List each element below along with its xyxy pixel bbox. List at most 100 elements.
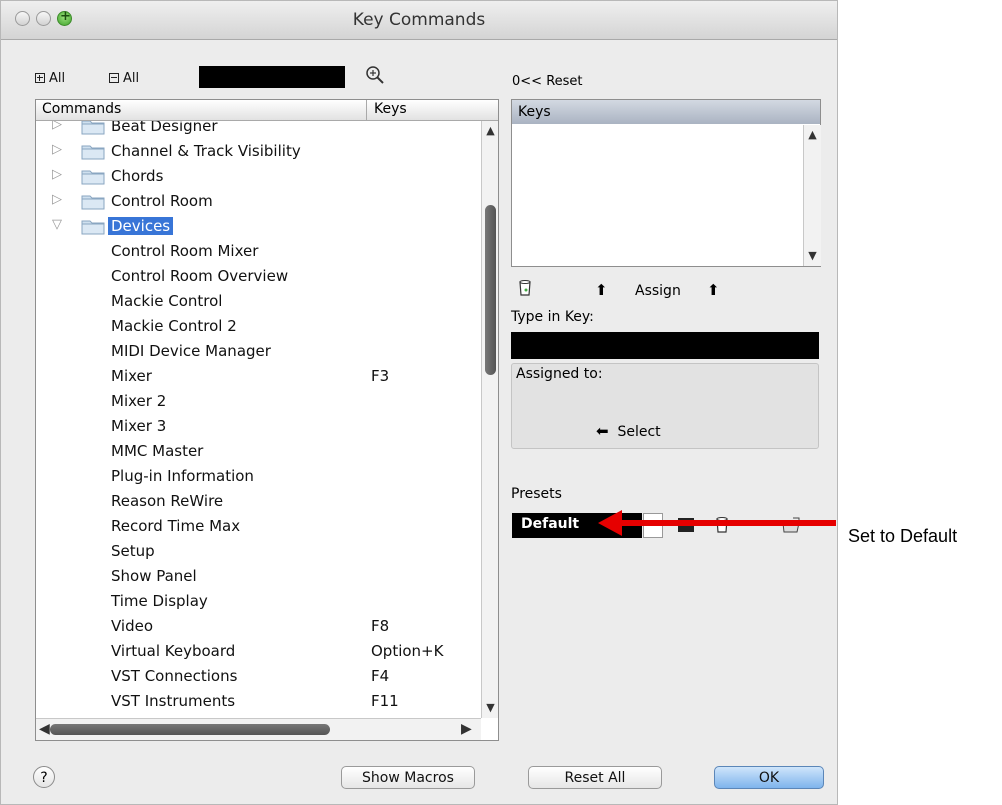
scroll-right-arrow-icon[interactable]: ▶ [461, 721, 472, 737]
horizontal-scroll-thumb[interactable] [50, 724, 330, 735]
scroll-down-arrow-icon[interactable]: ▼ [482, 700, 498, 716]
command-row[interactable]: Setup [36, 539, 481, 564]
command-label: Virtual Keyboard [111, 642, 236, 660]
command-row[interactable]: Mixer 2 [36, 389, 481, 414]
folder-row[interactable]: ▷ Beat Designer [36, 121, 481, 139]
ok-button[interactable]: OK [714, 766, 824, 789]
keys-scrollbar[interactable]: ▲ ▼ [803, 125, 821, 266]
type-in-key-field[interactable] [511, 332, 819, 359]
command-row[interactable]: Video F8 [36, 614, 481, 639]
command-label: Mixer 2 [111, 392, 167, 410]
assign-button[interactable]: Assign [635, 283, 681, 299]
command-label: Chords [111, 167, 164, 185]
folder-row[interactable]: ▷ Control Room [36, 189, 481, 214]
command-label: Beat Designer [111, 121, 218, 135]
command-row[interactable]: VST Instruments F11 [36, 689, 481, 714]
keys-scroll-up-icon[interactable]: ▲ [804, 127, 821, 143]
keys-list-header: Keys [512, 100, 820, 124]
list-header: Commands Keys [36, 100, 498, 121]
command-row[interactable]: Virtual Keyboard Option+K [36, 639, 481, 664]
command-label: MMC Master [111, 442, 204, 460]
folder-icon [81, 220, 105, 235]
folder-icon [81, 170, 105, 185]
disclosure-closed-icon[interactable]: ▷ [52, 142, 62, 157]
command-row[interactable]: MMC Master [36, 439, 481, 464]
command-row[interactable]: Time Display [36, 589, 481, 614]
command-label: Devices [108, 217, 174, 235]
command-row[interactable]: Mackie Control 2 [36, 314, 481, 339]
command-key: F11 [371, 692, 399, 710]
command-row[interactable]: Mixer 3 [36, 414, 481, 439]
command-label: Setup [111, 542, 155, 560]
disclosure-closed-icon[interactable]: ▷ [52, 121, 62, 132]
command-row[interactable]: MIDI Device Manager [36, 339, 481, 364]
help-button[interactable]: ? [33, 766, 55, 788]
keys-column-header[interactable]: Keys [374, 101, 407, 117]
column-divider[interactable] [366, 100, 367, 120]
collapse-all-label: All [123, 71, 140, 86]
assigned-to-panel: Assigned to: ⬅ Select [511, 363, 819, 449]
folder-row[interactable]: ▷ Channel & Track Visibility [36, 139, 481, 164]
command-label: Control Room Mixer [111, 242, 259, 260]
trash-icon[interactable] [517, 279, 533, 301]
disclosure-closed-icon[interactable]: ▷ [52, 167, 62, 182]
reset-button[interactable]: 0<< Reset [512, 74, 583, 89]
command-label: Control Room Overview [111, 267, 289, 285]
up-arrow-icon[interactable]: ⬆ [707, 281, 720, 299]
folder-icon [81, 145, 105, 160]
command-label: Channel & Track Visibility [111, 142, 301, 160]
vertical-scroll-thumb[interactable] [485, 205, 496, 375]
show-macros-button[interactable]: Show Macros [341, 766, 475, 789]
magnifier-search-icon[interactable] [365, 65, 385, 89]
disclosure-open-icon[interactable]: ▽ [52, 217, 62, 232]
expand-all-button[interactable]: All [35, 71, 65, 86]
commands-rows: ▷ Beat Designer ▷ Channel & Track Visibilit… [36, 121, 481, 716]
select-button[interactable]: ⬅ Select [596, 422, 661, 440]
horizontal-scrollbar[interactable]: ◀ ▶ [36, 718, 481, 740]
annotation-arrow-icon [598, 510, 622, 536]
collapse-minus-icon [109, 73, 119, 83]
title-bar: Key Commands [1, 1, 837, 40]
scroll-up-arrow-icon[interactable]: ▲ [482, 123, 498, 139]
command-label: Show Panel [111, 567, 197, 585]
select-label: Select [617, 424, 661, 440]
command-label: Mackie Control 2 [111, 317, 237, 335]
type-in-key-label: Type in Key: [511, 309, 594, 325]
keys-list: Keys ▲ ▼ [511, 99, 821, 267]
reset-all-button[interactable]: Reset All [528, 766, 662, 789]
left-arrow-icon: ⬅ [596, 422, 609, 440]
presets-label: Presets [511, 486, 562, 502]
annotation-arrow-line [618, 520, 836, 526]
folder-row[interactable]: ▷ Chords [36, 164, 481, 189]
command-label: Mixer 3 [111, 417, 167, 435]
command-key: F3 [371, 367, 390, 385]
command-label: Control Room [111, 192, 213, 210]
search-input[interactable] [199, 66, 345, 88]
command-row[interactable]: Plug-in Information [36, 464, 481, 489]
command-row[interactable]: Show Panel [36, 564, 481, 589]
folder-row[interactable]: ▽ Devices [36, 214, 481, 239]
window-title: Key Commands [352, 10, 486, 30]
command-label: VST Instruments [111, 692, 236, 710]
command-label: Reason ReWire [111, 492, 224, 510]
up-arrow-icon[interactable]: ⬆ [595, 281, 608, 299]
command-label: Plug-in Information [111, 467, 254, 485]
command-row[interactable]: Reason ReWire [36, 489, 481, 514]
assigned-to-label: Assigned to: [516, 366, 603, 382]
keys-scroll-down-icon[interactable]: ▼ [804, 248, 821, 264]
vertical-scrollbar[interactable]: ▲ ▼ [481, 121, 498, 718]
command-row[interactable]: Control Room Mixer [36, 239, 481, 264]
command-label: Mackie Control [111, 292, 223, 310]
commands-column-header[interactable]: Commands [42, 101, 121, 117]
assign-row: ⬆ Assign ⬆ [515, 279, 815, 303]
keys-header-label: Keys [518, 104, 551, 120]
command-row[interactable]: Control Room Overview [36, 264, 481, 289]
key-commands-window: Key Commands All All Commands Keys ▷ Beat… [0, 0, 838, 805]
command-row[interactable]: Mixer F3 [36, 364, 481, 389]
collapse-all-button[interactable]: All [109, 71, 139, 86]
command-row[interactable]: Record Time Max [36, 514, 481, 539]
command-row[interactable]: VST Connections F4 [36, 664, 481, 689]
command-row[interactable]: Mackie Control [36, 289, 481, 314]
disclosure-closed-icon[interactable]: ▷ [52, 192, 62, 207]
scroll-left-arrow-icon[interactable]: ◀ [39, 721, 50, 737]
